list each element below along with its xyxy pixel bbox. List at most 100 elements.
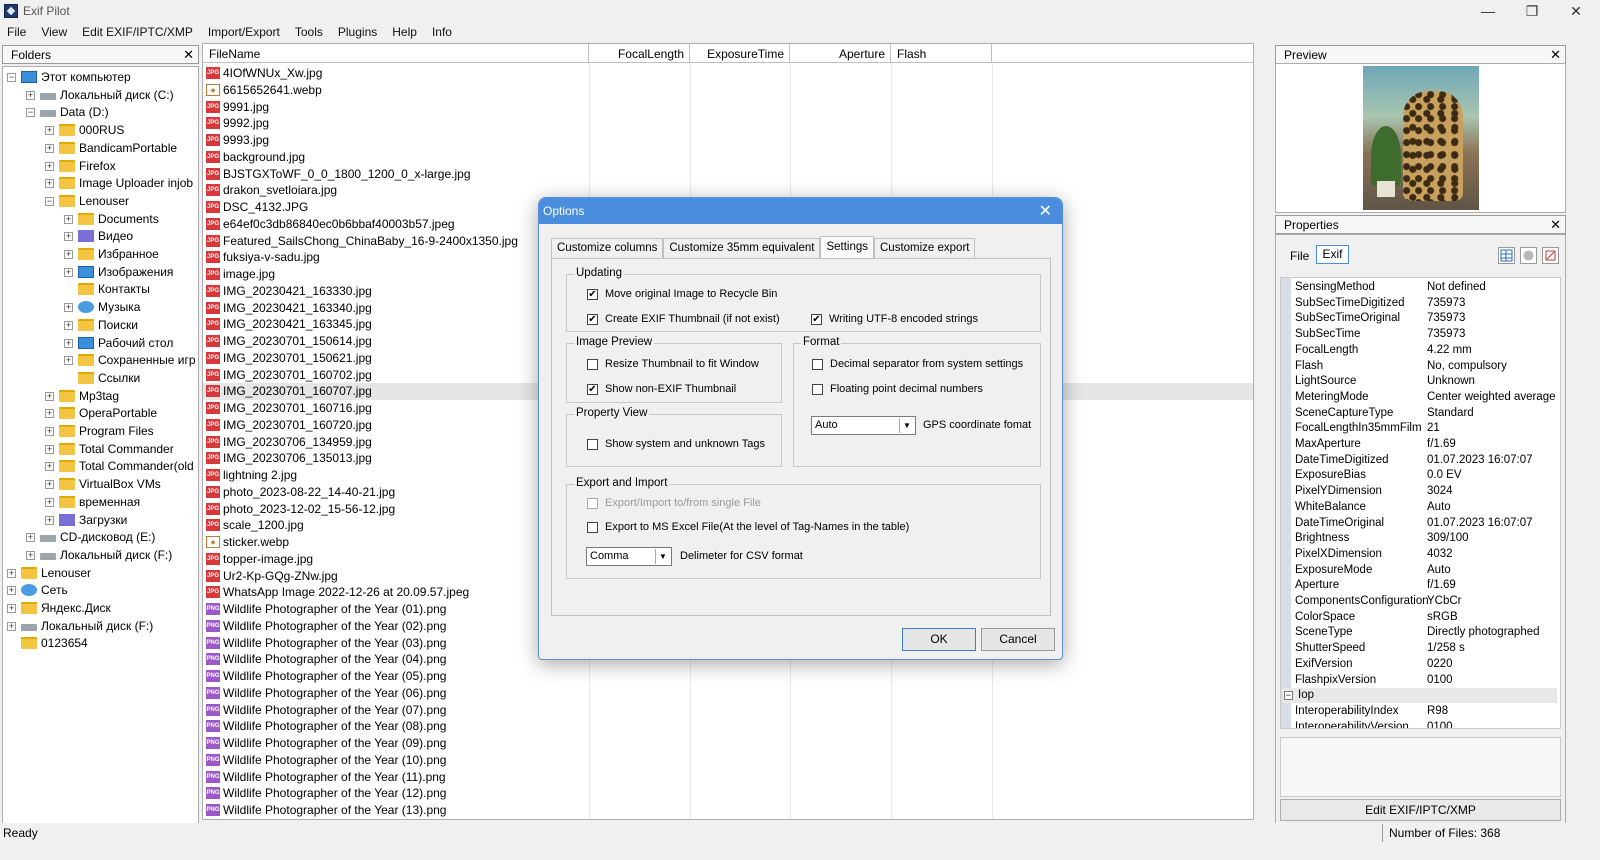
grid-view-icon[interactable] [1498, 247, 1515, 264]
tab-customize-columns[interactable]: Customize columns [551, 238, 664, 258]
expand-icon[interactable]: + [7, 586, 16, 596]
property-row[interactable]: SubSecTimeDigitized 735973 [1295, 296, 1560, 312]
expand-icon[interactable]: + [45, 179, 54, 189]
column-aperture[interactable]: Aperture [790, 44, 891, 63]
property-group-iop[interactable]: − Iop [1282, 688, 1557, 704]
expand-icon[interactable]: + [64, 320, 73, 330]
menu-edit-exif[interactable]: Edit EXIF/IPTC/XMP [75, 23, 201, 42]
table-row[interactable]: JPG 4IOfWNUx_Xw.jpg [203, 65, 1253, 82]
checkbox-box[interactable] [587, 359, 598, 370]
folder-tree[interactable]: − Этот компьютер + Локальный диск (C:) − Data… [2, 66, 199, 838]
property-row[interactable]: SceneCaptureType Standard [1295, 406, 1560, 422]
property-row[interactable]: DateTimeDigitized 01.07.2023 16:07:07 [1295, 453, 1560, 469]
tree-item[interactable]: + Изображения [3, 263, 198, 281]
menu-view[interactable]: View [34, 23, 75, 42]
tree-item[interactable]: + Локальный диск (F:) [3, 546, 198, 564]
file-tab[interactable]: File [1290, 249, 1309, 263]
dialog-close-icon[interactable]: ✕ [1039, 201, 1052, 221]
expand-icon[interactable]: + [45, 462, 54, 472]
table-row[interactable]: PNG Wildlife Photographer of the Year (11… [203, 769, 1253, 786]
tree-item[interactable]: + Сохраненные игр [3, 351, 198, 369]
expand-icon[interactable]: + [7, 621, 16, 631]
tree-item[interactable]: + Сеть [3, 581, 198, 599]
property-row[interactable]: FlashpixVersion 0100 [1295, 673, 1560, 689]
expand-icon[interactable]: + [45, 480, 54, 490]
tab-settings[interactable]: Settings [820, 236, 874, 258]
expand-icon[interactable]: + [26, 90, 35, 100]
checkbox-box[interactable]: ✔ [587, 384, 598, 395]
checkbox-box[interactable] [587, 439, 598, 450]
expand-icon[interactable]: + [7, 604, 16, 613]
column-focallength[interactable]: FocalLength [589, 44, 690, 63]
tree-item[interactable]: − Этот компьютер [3, 68, 198, 86]
tree-item[interactable]: + Избранное [3, 245, 198, 263]
property-row[interactable]: DateTimeOriginal 01.07.2023 16:07:07 [1295, 516, 1560, 532]
table-row[interactable]: PNG Wildlife Photographer of the Year (05… [203, 668, 1253, 685]
property-row[interactable]: ShutterSpeed 1/258 s [1295, 641, 1560, 657]
property-row[interactable]: SubSecTime 735973 [1295, 327, 1560, 343]
table-row[interactable]: JPG 9991.jpg [203, 99, 1253, 116]
minimize-button[interactable]: — [1466, 0, 1510, 22]
table-row[interactable]: JPG 9992.jpg [203, 115, 1253, 132]
property-row[interactable]: LightSource Unknown [1295, 374, 1560, 390]
property-row[interactable]: FocalLength 4.22 mm [1295, 343, 1560, 359]
close-preview-icon[interactable]: ✕ [1550, 47, 1561, 63]
property-row[interactable]: Brightness 309/100 [1295, 531, 1560, 547]
expand-icon[interactable]: + [64, 267, 73, 277]
collapse-icon[interactable]: − [26, 108, 35, 118]
menu-import-export[interactable]: Import/Export [201, 23, 288, 42]
expand-icon[interactable]: + [45, 444, 54, 454]
tree-item[interactable]: +000RUS [3, 121, 198, 139]
checkbox-box[interactable]: ✔ [587, 314, 598, 325]
tree-item[interactable]: + Локальный диск (C:) [3, 86, 198, 104]
property-row[interactable]: Flash No, compulsory [1295, 359, 1560, 375]
expand-icon[interactable]: + [64, 250, 73, 259]
menu-tools[interactable]: Tools [288, 23, 331, 42]
table-row[interactable]: ◆ 6615652641.webp [203, 82, 1253, 99]
table-row[interactable]: PNG Wildlife Photographer of the Year (13… [203, 802, 1253, 819]
property-row[interactable]: ColorSpace sRGB [1295, 610, 1560, 626]
tree-item[interactable]: − Lenouser [3, 192, 198, 210]
tab-customize-export[interactable]: Customize export [874, 238, 976, 258]
collapse-icon[interactable]: − [7, 73, 16, 82]
tree-item[interactable]: 0123654 [3, 634, 198, 652]
close-folders-icon[interactable]: ✕ [183, 47, 194, 63]
property-row[interactable]: Aperture f/1.69 [1295, 578, 1560, 594]
checkbox-box[interactable]: ✔ [811, 314, 822, 325]
chevron-down-icon[interactable]: ▼ [655, 549, 670, 564]
menu-file[interactable]: File [0, 23, 34, 42]
tree-item[interactable]: Ссылки [3, 369, 198, 387]
column-exposuretime[interactable]: ExposureTime [690, 44, 790, 63]
tree-item[interactable]: + Музыка [3, 298, 198, 316]
tree-item[interactable]: + Image Uploader injob [3, 174, 198, 192]
ok-button[interactable]: OK [902, 628, 976, 651]
menu-info[interactable]: Info [425, 23, 460, 42]
column-filename[interactable]: FileName [203, 44, 589, 63]
edit-exif-button[interactable]: Edit EXIF/IPTC/XMP [1280, 799, 1561, 821]
property-row[interactable]: SubSecTimeOriginal 735973 [1295, 311, 1560, 327]
chart-icon[interactable] [1542, 247, 1559, 264]
expand-icon[interactable]: + [64, 232, 73, 242]
checkbox-box[interactable]: ✔ [587, 289, 598, 300]
expand-icon[interactable]: + [45, 161, 54, 171]
tree-item[interactable]: + CD-дисковод (E:) [3, 528, 198, 546]
property-row[interactable]: FocalLengthIn35mmFilm 21 [1295, 421, 1560, 437]
expand-icon[interactable]: + [64, 214, 73, 224]
property-row[interactable]: SensingMethod Not defined [1295, 280, 1560, 296]
expand-icon[interactable]: + [45, 427, 54, 436]
expand-icon[interactable]: + [64, 356, 73, 366]
checkbox-box[interactable] [812, 359, 823, 370]
property-row[interactable]: WhiteBalance Auto [1295, 500, 1560, 516]
column-flash[interactable]: Flash [891, 44, 992, 63]
checkbox-box[interactable] [812, 384, 823, 395]
tree-item[interactable]: + Видео [3, 227, 198, 245]
tree-item[interactable]: + Локальный диск (F:) [3, 617, 198, 635]
tree-item[interactable]: + Lenouser [3, 564, 198, 582]
tree-item[interactable]: + Поиски [3, 316, 198, 334]
property-row[interactable]: ComponentsConfiguration YCbCr [1295, 594, 1560, 610]
table-row[interactable]: PNG Wildlife Photographer of the Year (09… [203, 735, 1253, 752]
map-icon[interactable] [1520, 247, 1537, 264]
property-row[interactable]: ExifVersion 0220 [1295, 657, 1560, 673]
table-row[interactable]: PNG Wildlife Photographer of the Year (08… [203, 718, 1253, 735]
tree-item[interactable]: + временная [3, 493, 198, 511]
